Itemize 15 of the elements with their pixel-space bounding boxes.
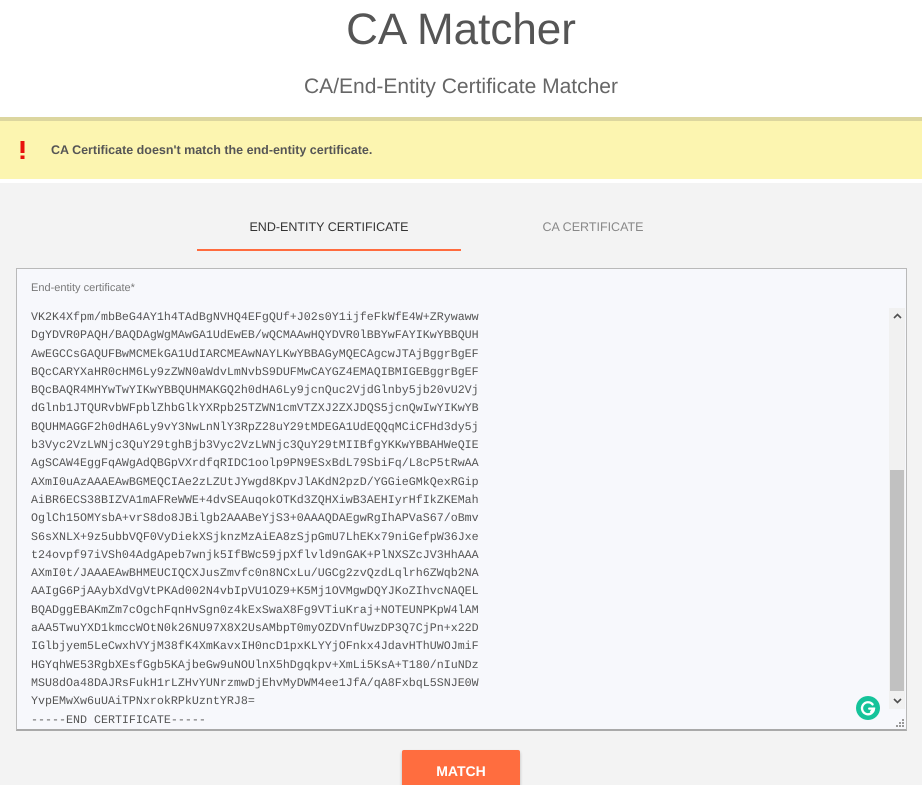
caret-down-icon xyxy=(892,698,902,704)
certificate-text: VK2K4Xfpm/mbBeG4AY1h4TAdBgNVHQ4EFgQUf+J02s0Y1ijfeFkWfE4W+ZRywaww DgYDVR0PAQH/BAQDAgWgMAwGA1UdEwEB/wQCMAAwHQYDVR0lBBYwFAYIKwYBBQUH AwEGCCsGAQUFBwMCMEkGA1UdIARCMEAwNAYLKwYBBAGyMQECAgcwJTAjBggrBgEF BQcCARYXaHR0cHM6Ly9zZWN0aWdvLmNvbS9DUFMwCAYGZ4EMAQIBMIGEBggrBgEF BQcBAQR4MHYwTwYIKwYBBQUHMAKGQ2h0dHA6Ly9jcnQuc2VjdGlnby5jb20vU2Vj dGlnb1JTQURvbWFpblZhbGlkYXRpb25TZWN1cmVTZXJ2ZXJDQS5jcnQwIwYIKwYB BQUHMAGGF2h0dHA6Ly9vY3NwLnNlY3RpZ28uY29tMDEGA1UdEQQqMCiCFHd3dy5j b3Vyc2VzLWNjc3QuY29tghBjb3Vyc2VzLWNjc3QuY29tMIIBfgYKKwYBBAHWeQIE AgSCAW4EggFqAWgAdQBGpVXrdfqRIDC1oolp9PN9ESxBdL79SbiFq/L8cP5tRwAA AXmI0uAzAAAEAwBGMEQCIAe2zLZUtJYwgd8KpvJlAKdN2pzD/YGGieGMkQexRGip AiBR6ECS38BIZVA1mAFReWWE+4dvSEAuqokOTKd3ZQHXiwB3AEHIyrHfIkZKEMah OglCh15OMYsbA+vrS8do8JBilgb2AAABeYjS3+0AAAQDAEgwRgIhAPVaS67/oBmv S6sXNLX+9z5ubbVQF0VyDiekXSjknzMzAiEA8zSjpGmU7LhEKx79niGefpW36Jxe t24ovpf97iVSh04AdgApeb7wnjk5IfBWc59jpXflvld9nGAK+PlNXSZcJV3HhAAA AXmI0t/JAAAEAwBHMEUCIQCXJusZmvfc0n8NCxLu/UGCg2zvQzdLqlrh6ZWqb2NA AAIgG6PjAAybXdVgVtPKAd002N4vbIpVU1OZ9+K5Mj1OVMgwDQYJKoZIhvcNAQEL BQADggEBAKmZm7cOgchFqnHvSgn0z4kExSwaX8Fg9VTiuKraj+NOTEUNPKpW4lAM aAA5TwuYXD1kmccWOtN0k26NU97X8X2UsAMbpT0myOZDVnfUwzDP3Q7CjPn+x22D IGlbjyem5LeCwxhVYjM38fK4XmKavxIH0ncD1pxKLYYjOFnkx4JdavHThUWOJmiF HGYqhWE53RgbXEsfGgb5KAjbeGw9uNOUlnX5hDgqkpv+XmLi5KsA+T180/nIuNDz MSU8dOa48DAJRsFukH1rLZHvYUNrzmwDjEhvMyDWM4ee1JfA/qA8FxbqL5SNJE0W YvpEMwXw6uUAiTPNxrokRPkUzntYRJ8= -----END CERTIFICATE----- xyxy=(31,309,479,729)
alert-message: CA Certificate doesn't match the end-entity certificate. xyxy=(51,142,372,158)
field-label: End-entity certificate* xyxy=(31,281,135,295)
resize-grip-icon xyxy=(896,718,904,727)
caret-up-icon xyxy=(892,313,902,319)
scroll-thumb[interactable] xyxy=(890,470,904,691)
tab[interactable]: END-ENTITY CERTIFICATE xyxy=(197,210,461,251)
page-title: CA Matcher xyxy=(346,8,576,52)
certificate-textarea[interactable] xyxy=(16,268,907,731)
scrollbar[interactable] xyxy=(889,308,905,709)
match-button[interactable]: MATCH xyxy=(402,750,520,785)
page-subtitle: CA/End-Entity Certificate Matcher xyxy=(304,74,618,100)
exclamation-icon xyxy=(20,141,25,159)
tab[interactable]: CA CERTIFICATE xyxy=(461,210,725,251)
